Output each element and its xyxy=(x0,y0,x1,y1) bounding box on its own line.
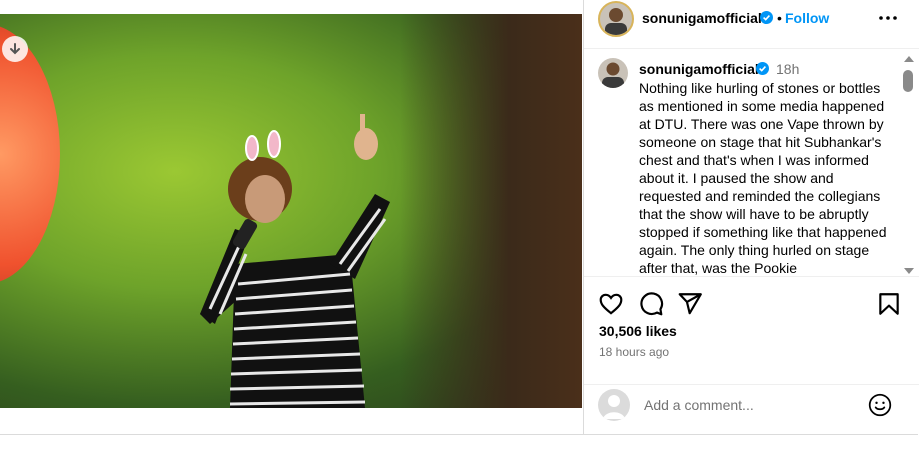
download-button[interactable] xyxy=(2,36,28,62)
author-avatar[interactable] xyxy=(598,1,634,37)
post-actions: 30,506 likes 18 hours ago xyxy=(584,276,919,387)
bookmark-icon xyxy=(879,293,899,315)
author-username[interactable]: sonunigamofficial xyxy=(642,10,762,26)
stage-light-disc xyxy=(0,24,60,284)
header-separator: • xyxy=(777,10,782,26)
post-sidebar: sonunigamofficial • Follow sonunigamoffi… xyxy=(583,0,919,434)
save-button[interactable] xyxy=(876,291,902,317)
follow-button[interactable]: Follow xyxy=(785,10,829,26)
caption-verified-badge xyxy=(756,62,769,80)
post-image[interactable] xyxy=(0,14,582,408)
post-header: sonunigamofficial • Follow xyxy=(584,0,919,49)
likes-count[interactable]: 30,506 likes xyxy=(599,323,677,339)
instagram-post: sonunigamofficial • Follow sonunigamoffi… xyxy=(0,0,919,435)
more-options-icon xyxy=(879,16,897,20)
caption-timestamp[interactable]: 18h xyxy=(776,61,799,77)
download-icon xyxy=(10,43,20,55)
scroll-thumb[interactable] xyxy=(903,70,913,92)
post-date[interactable]: 18 hours ago xyxy=(599,345,669,359)
like-button[interactable] xyxy=(598,291,624,317)
verified-badge-icon xyxy=(760,11,773,24)
scroll-down-arrow[interactable] xyxy=(904,268,914,274)
comment-button[interactable] xyxy=(638,291,664,317)
paper-plane-icon xyxy=(678,293,702,315)
caption-scrollbar[interactable] xyxy=(902,56,916,274)
comment-input[interactable] xyxy=(642,393,856,417)
performer-figure xyxy=(200,114,390,408)
scroll-up-arrow[interactable] xyxy=(904,56,914,62)
more-options-button[interactable] xyxy=(876,6,900,30)
emoji-icon xyxy=(868,393,892,417)
caption-author-avatar[interactable] xyxy=(598,58,628,88)
heart-icon xyxy=(599,293,623,315)
add-comment-section xyxy=(584,384,919,435)
emoji-button[interactable] xyxy=(867,392,893,418)
viewer-avatar xyxy=(598,389,630,421)
caption-text: Nothing like hurling of stones or bottle… xyxy=(639,80,887,276)
comment-bubble-icon xyxy=(640,292,664,316)
verified-badge-icon xyxy=(756,62,769,75)
verified-badge xyxy=(760,11,773,29)
share-button[interactable] xyxy=(677,291,703,317)
caption-username[interactable]: sonunigamofficial xyxy=(639,61,759,77)
stage-background xyxy=(400,14,582,408)
caption-section: sonunigamofficial 18h Nothing like hurli… xyxy=(584,48,904,276)
